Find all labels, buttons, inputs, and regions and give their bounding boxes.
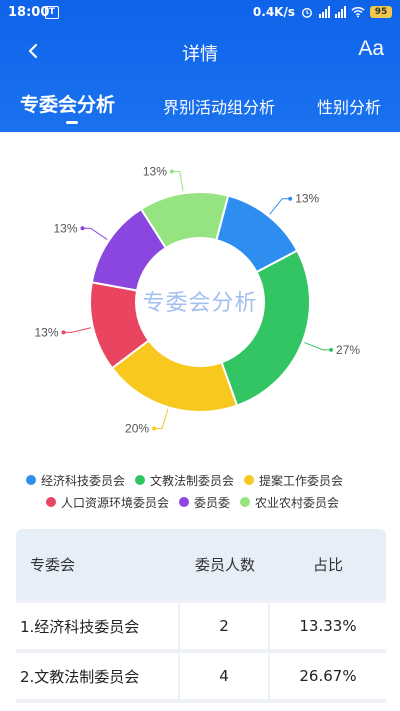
chart-title: 专委会分析 [142,291,258,316]
tab-committee-analysis[interactable]: 专委会分析 [20,90,115,117]
page-title: 详情 [182,44,218,65]
legend-dot [244,475,255,485]
slice-label: 13% [35,325,59,339]
slice-label: 27% [336,343,360,357]
status-time: 18:00 [8,5,50,20]
leader-dot [152,426,157,431]
leader-line [63,327,92,333]
legend-row: 经济科技委员会 文教法制委员会 提案工作委员会 [26,469,386,491]
tab-gender-analysis[interactable]: 性别分析 [317,94,381,118]
chart-legend: 经济科技委员会 文教法制委员会 提案工作委员会 人口资源环境委员会 委员委 农业… [26,469,386,513]
header-member-count: 委员人数 [194,555,255,574]
cell-ratio: 13.33% [299,617,357,635]
table-row[interactable]: 2.文教法制委员会 4 26.67% [16,653,386,703]
legend-dot [179,497,190,507]
legend-row: 人口资源环境委员会 委员委 农业农村委员会 [26,491,386,513]
committee-table: 专委会 委员人数 占比 1.经济科技委员会 2 13.33% 2.文教法制委员会… [16,529,386,703]
cell-member-count: 2 [180,603,270,649]
font-size-button[interactable]: Aa [358,37,384,61]
leader-line [171,171,184,192]
cell-committee: 2.文教法制委员会 [16,653,180,699]
legend-dot [135,475,146,485]
legend-item[interactable]: 提案工作委员会 [244,472,343,489]
legend-label: 委员委 [194,495,231,510]
active-tab-indicator [66,121,78,124]
status-right: 0.4K/s 95 [253,5,392,19]
status-bar: 18:00 T 0.4K/s 95 [0,0,400,28]
legend-label: 农业农村委员会 [255,495,340,510]
header: 18:00 T 0.4K/s 95 详情 Aa 专委会分析 界别活动组分析 性别… [0,0,400,132]
battery-icon: 95 [370,6,392,18]
slice-label: 13% [295,192,319,206]
tab-sector-group-analysis[interactable]: 界别活动组分析 [163,94,275,118]
legend-item[interactable]: 人口资源环境委员会 [46,494,169,511]
signal-icon [319,6,330,18]
legend-item[interactable]: 农业农村委员会 [240,494,339,511]
slice-label: 13% [53,221,77,235]
cell-committee: 1.经济科技委员会 [16,603,180,649]
alarm-icon [302,7,312,18]
leader-line [269,198,291,215]
legend-label: 经济科技委员会 [41,473,126,488]
slice-label: 20% [125,421,149,435]
legend-dot [26,475,36,485]
leader-dot [80,226,85,231]
leader-dot [329,347,334,352]
legend-label: 人口资源环境委员会 [61,495,170,510]
slice-label: 13% [143,165,167,179]
table-header: 专委会 委员人数 占比 [16,529,386,599]
leader-dot [61,330,66,335]
notification-icon: T [45,6,59,19]
legend-dot [240,497,251,507]
table-row[interactable]: 1.经济科技委员会 2 13.33% [16,603,386,653]
cell-ratio: 26.67% [299,667,357,685]
table-body: 1.经济科技委员会 2 13.33% 2.文教法制委员会 4 26.67% [16,599,386,703]
leader-dot [288,196,293,201]
legend-item[interactable]: 委员委 [179,494,230,511]
legend-label: 文教法制委员会 [150,473,235,488]
legend-dot [46,497,56,507]
legend-label: 提案工作委员会 [259,473,344,488]
legend-item[interactable]: 文教法制委员会 [135,472,234,489]
leader-line [304,342,332,351]
leader-dot [169,169,174,174]
tab-bar: 专委会分析 界别活动组分析 性别分析 [0,92,400,132]
nav-bar: 详情 Aa [0,32,400,72]
cell-member-count: 4 [180,653,270,699]
leader-line [82,227,108,240]
header-committee: 专委会 [30,555,76,574]
signal-icon-2 [335,6,346,18]
net-speed: 0.4K/s [252,5,295,19]
header-ratio: 占比 [312,555,343,574]
legend-item[interactable]: 经济科技委员会 [26,472,125,489]
donut-slice[interactable] [220,249,311,407]
wifi-icon [351,7,365,18]
leader-line [154,409,169,429]
